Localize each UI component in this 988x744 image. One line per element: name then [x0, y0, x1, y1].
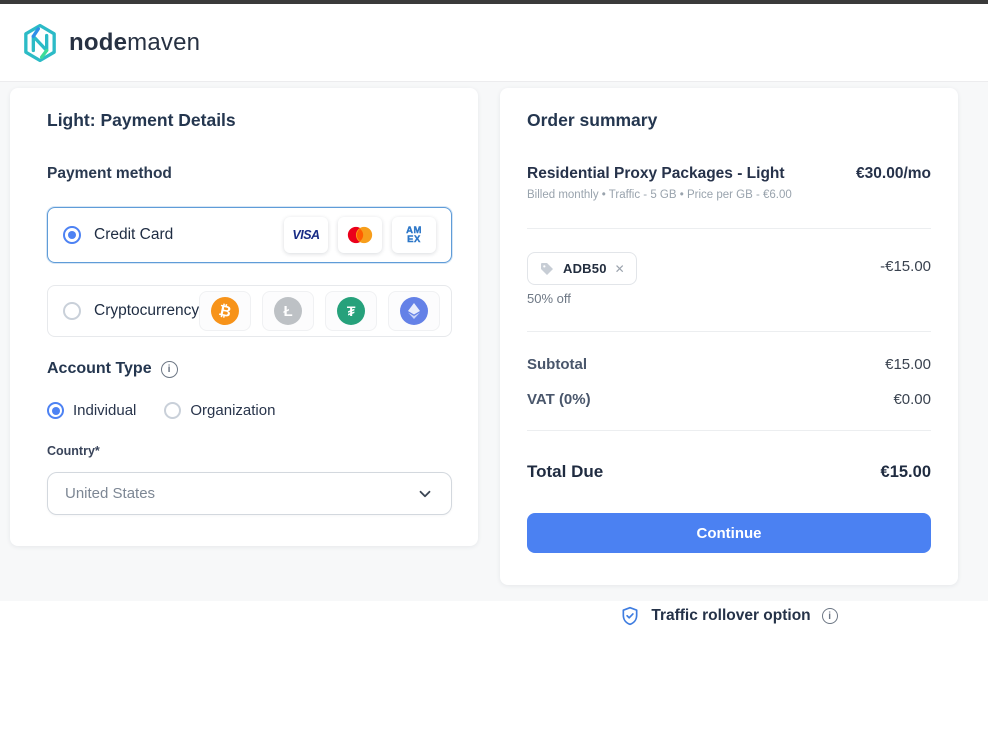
total-due-value: €15.00	[881, 463, 931, 482]
subtotal-row: Subtotal €15.00	[527, 356, 931, 373]
bitcoin-icon: ₿	[199, 291, 251, 331]
continue-button[interactable]: Continue	[527, 513, 931, 553]
package-row: Residential Proxy Packages - Light €30.0…	[527, 165, 931, 183]
organization-radio[interactable]	[164, 402, 181, 419]
package-note: Billed monthly • Traffic - 5 GB • Price …	[527, 189, 792, 201]
coupon-note: 50% off	[527, 291, 571, 306]
country-select-value: United States	[65, 485, 155, 502]
package-name: Residential Proxy Packages - Light	[527, 165, 785, 183]
credit-card-option[interactable]: Credit Card VISA AMEX	[47, 207, 452, 263]
page-title: Light: Payment Details	[47, 110, 236, 131]
crypto-coin-icons: ₿ Ł ₮	[199, 291, 440, 331]
ethereum-icon	[388, 291, 440, 331]
individual-label: Individual	[73, 402, 136, 419]
subtotal-value: €15.00	[885, 356, 931, 373]
payment-method-heading: Payment method	[47, 165, 172, 183]
package-price: €30.00/mo	[856, 165, 931, 183]
divider	[527, 331, 931, 332]
country-field-label: Country*	[47, 444, 100, 458]
traffic-rollover-label: Traffic rollover option	[651, 607, 810, 625]
vat-value: €0.00	[893, 391, 931, 408]
total-due-row: Total Due €15.00	[527, 462, 931, 482]
visa-icon: VISA	[284, 217, 328, 253]
order-summary-heading: Order summary	[527, 110, 657, 131]
organization-option[interactable]: Organization	[164, 402, 275, 419]
app-header: nodemaven	[0, 4, 988, 82]
shield-check-icon	[620, 606, 640, 626]
traffic-rollover-info-icon[interactable]: i	[822, 608, 838, 624]
account-type-heading: Account Type	[47, 360, 152, 378]
payment-details-card: Light: Payment Details Payment method Cr…	[10, 88, 478, 546]
total-due-label: Total Due	[527, 462, 603, 482]
coupon-code: ADB50	[563, 261, 607, 276]
mastercard-icon	[338, 217, 382, 253]
tether-icon: ₮	[325, 291, 377, 331]
organization-label: Organization	[190, 402, 275, 419]
coupon-remove-icon[interactable]: ✕	[615, 262, 625, 276]
divider	[527, 228, 931, 229]
nodemaven-logo-icon	[20, 22, 60, 64]
account-type-options: Individual Organization	[47, 402, 275, 419]
individual-radio[interactable]	[47, 402, 64, 419]
vat-label: VAT (0%)	[527, 391, 591, 408]
subtotal-label: Subtotal	[527, 356, 587, 373]
country-select[interactable]: United States	[47, 472, 452, 515]
account-type-row: Account Type i	[47, 360, 178, 378]
order-summary-card: Order summary Residential Proxy Packages…	[500, 88, 958, 585]
tag-icon	[539, 261, 555, 277]
credit-card-label: Credit Card	[94, 226, 173, 244]
card-brand-icons: VISA AMEX	[284, 217, 436, 253]
vat-row: VAT (0%) €0.00	[527, 391, 931, 408]
credit-card-radio[interactable]	[63, 226, 81, 244]
litecoin-icon: Ł	[262, 291, 314, 331]
cryptocurrency-radio[interactable]	[63, 302, 81, 320]
divider	[527, 430, 931, 431]
cryptocurrency-option[interactable]: Cryptocurrency ₿ Ł ₮	[47, 285, 452, 337]
individual-option[interactable]: Individual	[47, 402, 136, 419]
traffic-rollover-row: Traffic rollover option i	[500, 606, 958, 626]
coupon-chip[interactable]: ADB50 ✕	[527, 252, 637, 285]
brand-wordmark: nodemaven	[69, 29, 200, 57]
brand-logo[interactable]: nodemaven	[20, 22, 200, 64]
amex-icon: AMEX	[392, 217, 436, 253]
chevron-down-icon	[416, 485, 434, 503]
account-type-info-icon[interactable]: i	[161, 361, 178, 378]
coupon-discount-amount: -€15.00	[880, 258, 931, 275]
cryptocurrency-label: Cryptocurrency	[94, 302, 199, 320]
